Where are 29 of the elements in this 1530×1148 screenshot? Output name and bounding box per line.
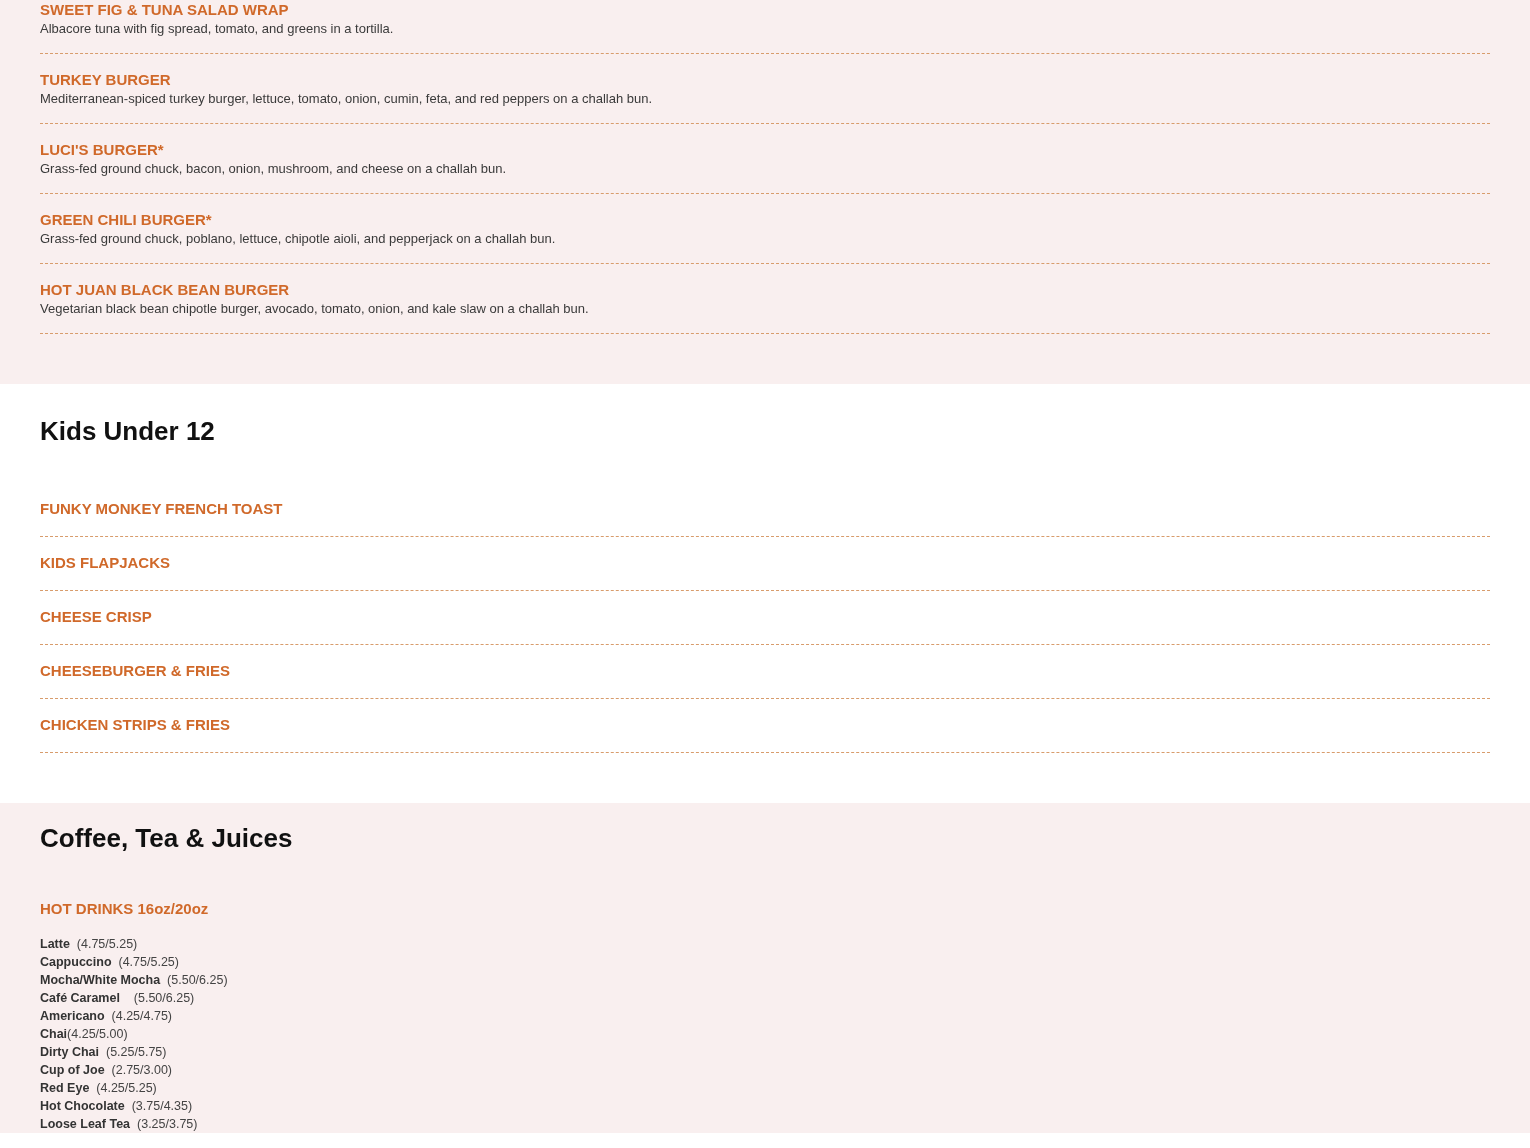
drink-price-line: Mocha/White Mocha (5.50/6.25) [40, 972, 229, 989]
section-heading: Kids Under 12 [40, 415, 216, 448]
menu-item-description: Mediterranean-spiced turkey burger, lettuce, tomato, onion, cumin, feta, and red peppers on a challah bun. [40, 90, 654, 108]
menu-item-description: Grass-fed ground chuck, poblano, lettuce, chipotle aioli, and pepperjack on a challah bun. [40, 230, 557, 248]
menu-item-description: Albacore tuna with fig spread, tomato, and greens in a tortilla. [40, 20, 395, 38]
menu-item-name: CHEESE CRISP [40, 607, 153, 627]
drink-price-line: Latte (4.75/5.25) [40, 936, 139, 953]
drink-price-line: Red Eye (4.25/5.25) [40, 1080, 158, 1097]
drink-price-line: Americano (4.25/4.75) [40, 1008, 173, 1025]
menu-item-name: KIDS FLAPJACKS [40, 553, 171, 573]
menu-item-name: GREEN CHILI BURGER* [40, 210, 213, 230]
menu-item-name: CHEESEBURGER & FRIES [40, 661, 232, 681]
menu-item-name: CHICKEN STRIPS & FRIES [40, 715, 232, 735]
menu-item-name: LUCI'S BURGER* [40, 140, 165, 160]
section-heading: Coffee, Tea & Juices [40, 822, 294, 855]
drink-price-line: Café Caramel (5.50/6.25) [40, 990, 196, 1007]
drink-price-line: Dirty Chai (5.25/5.75) [40, 1044, 168, 1061]
drink-price-line: Cappuccino (4.75/5.25) [40, 954, 180, 971]
menu-item-name: HOT JUAN BLACK BEAN BURGER [40, 280, 291, 300]
menu-item-name: TURKEY BURGER [40, 70, 172, 90]
menu-item-name: FUNKY MONKEY FRENCH TOAST [40, 499, 284, 519]
drink-price-line: Chai(4.25/5.00) [40, 1026, 129, 1043]
menu-item-description: Vegetarian black bean chipotle burger, avocado, tomato, onion, and kale slaw on a challah bun. [40, 300, 590, 318]
menu-item-name: SWEET FIG & TUNA SALAD WRAP [40, 0, 290, 20]
drink-price-line: Hot Chocolate (3.75/4.35) [40, 1098, 194, 1115]
menu-item-description: Grass-fed ground chuck, bacon, onion, mushroom, and cheese on a challah bun. [40, 160, 508, 178]
subheading: HOT DRINKS 16oz/20oz [40, 899, 210, 919]
drink-price-line: Loose Leaf Tea (3.25/3.75) [40, 1116, 199, 1133]
drink-price-line: Cup of Joe (2.75/3.00) [40, 1062, 173, 1079]
